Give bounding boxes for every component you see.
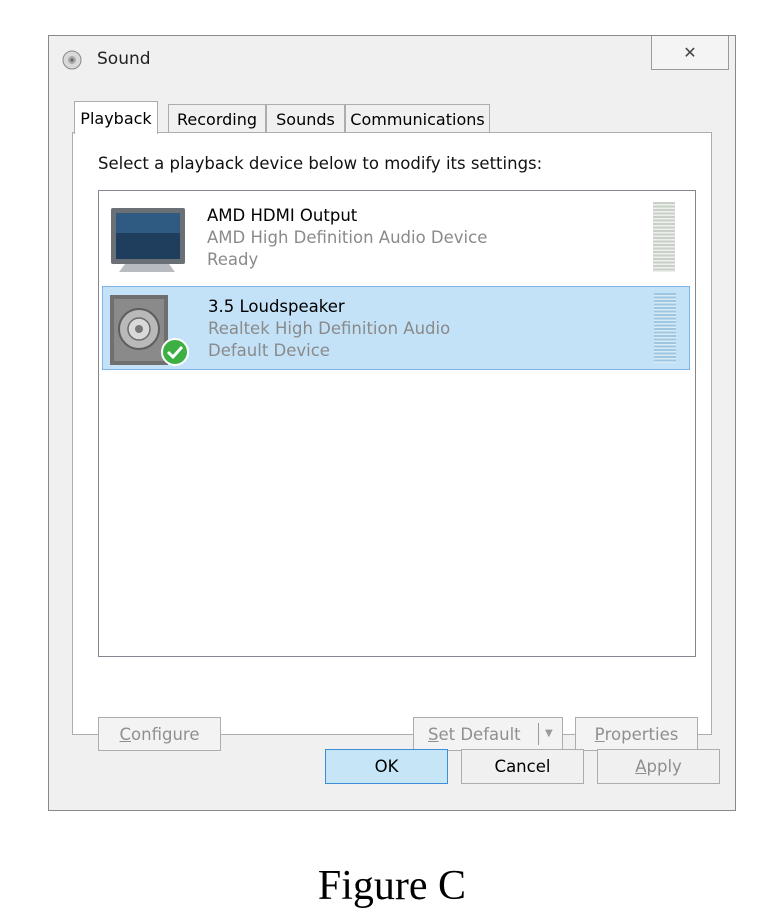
figure-caption: Figure C xyxy=(317,863,467,909)
properties-button[interactable]: Properties xyxy=(575,717,698,751)
configure-label: onfigure xyxy=(131,724,200,744)
speaker-title-icon xyxy=(62,50,82,70)
set-default-button[interactable]: Set Default ▼ xyxy=(413,717,563,751)
volume-meter xyxy=(654,293,676,363)
device-description: Realtek High Definition Audio xyxy=(208,319,451,338)
set-default-accesskey: S xyxy=(428,724,439,744)
device-name: AMD HDMI Output xyxy=(207,206,358,225)
apply-label: pply xyxy=(646,757,682,776)
properties-accesskey: P xyxy=(594,724,605,744)
split-divider xyxy=(538,723,539,745)
close-button[interactable]: ✕ xyxy=(651,36,729,70)
tab-communications[interactable]: Communications xyxy=(345,104,490,133)
window-title: Sound xyxy=(97,49,151,69)
tab-sounds[interactable]: Sounds xyxy=(266,104,345,133)
volume-meter xyxy=(653,202,675,272)
sound-dialog: Sound ✕ Playback Recording Sounds Commun… xyxy=(48,35,736,811)
configure-accesskey: C xyxy=(119,724,132,744)
cancel-button[interactable]: Cancel xyxy=(461,749,584,784)
close-icon: ✕ xyxy=(683,43,697,62)
playback-panel: Select a playback device below to modify… xyxy=(72,132,712,751)
device-list[interactable]: AMD HDMI Output AMD High Definition Audi… xyxy=(98,190,696,657)
device-status: Ready xyxy=(207,250,259,269)
configure-button[interactable]: Configure xyxy=(98,717,221,751)
default-check-icon xyxy=(161,338,189,366)
apply-accesskey: A xyxy=(635,757,647,776)
device-status: Default Device xyxy=(208,341,330,360)
instruction-text: Select a playback device below to modify… xyxy=(98,154,543,173)
ok-button[interactable]: OK xyxy=(325,749,448,784)
device-name: 3.5 Loudspeaker xyxy=(208,297,345,316)
apply-button[interactable]: Apply xyxy=(597,749,720,784)
tab-recording[interactable]: Recording xyxy=(168,104,266,133)
properties-label: roperties xyxy=(604,724,679,744)
device-item-loudspeaker[interactable]: 3.5 Loudspeaker Realtek High Definition … xyxy=(102,286,690,370)
set-default-label: et Default xyxy=(438,724,521,744)
device-description: AMD High Definition Audio Device xyxy=(207,228,488,247)
device-item-hdmi[interactable]: AMD HDMI Output AMD High Definition Audi… xyxy=(102,196,690,280)
chevron-down-icon[interactable]: ▼ xyxy=(545,728,553,739)
monitor-icon xyxy=(111,208,185,272)
title-bar: Sound ✕ xyxy=(49,36,735,82)
tab-playback[interactable]: Playback xyxy=(74,101,158,134)
